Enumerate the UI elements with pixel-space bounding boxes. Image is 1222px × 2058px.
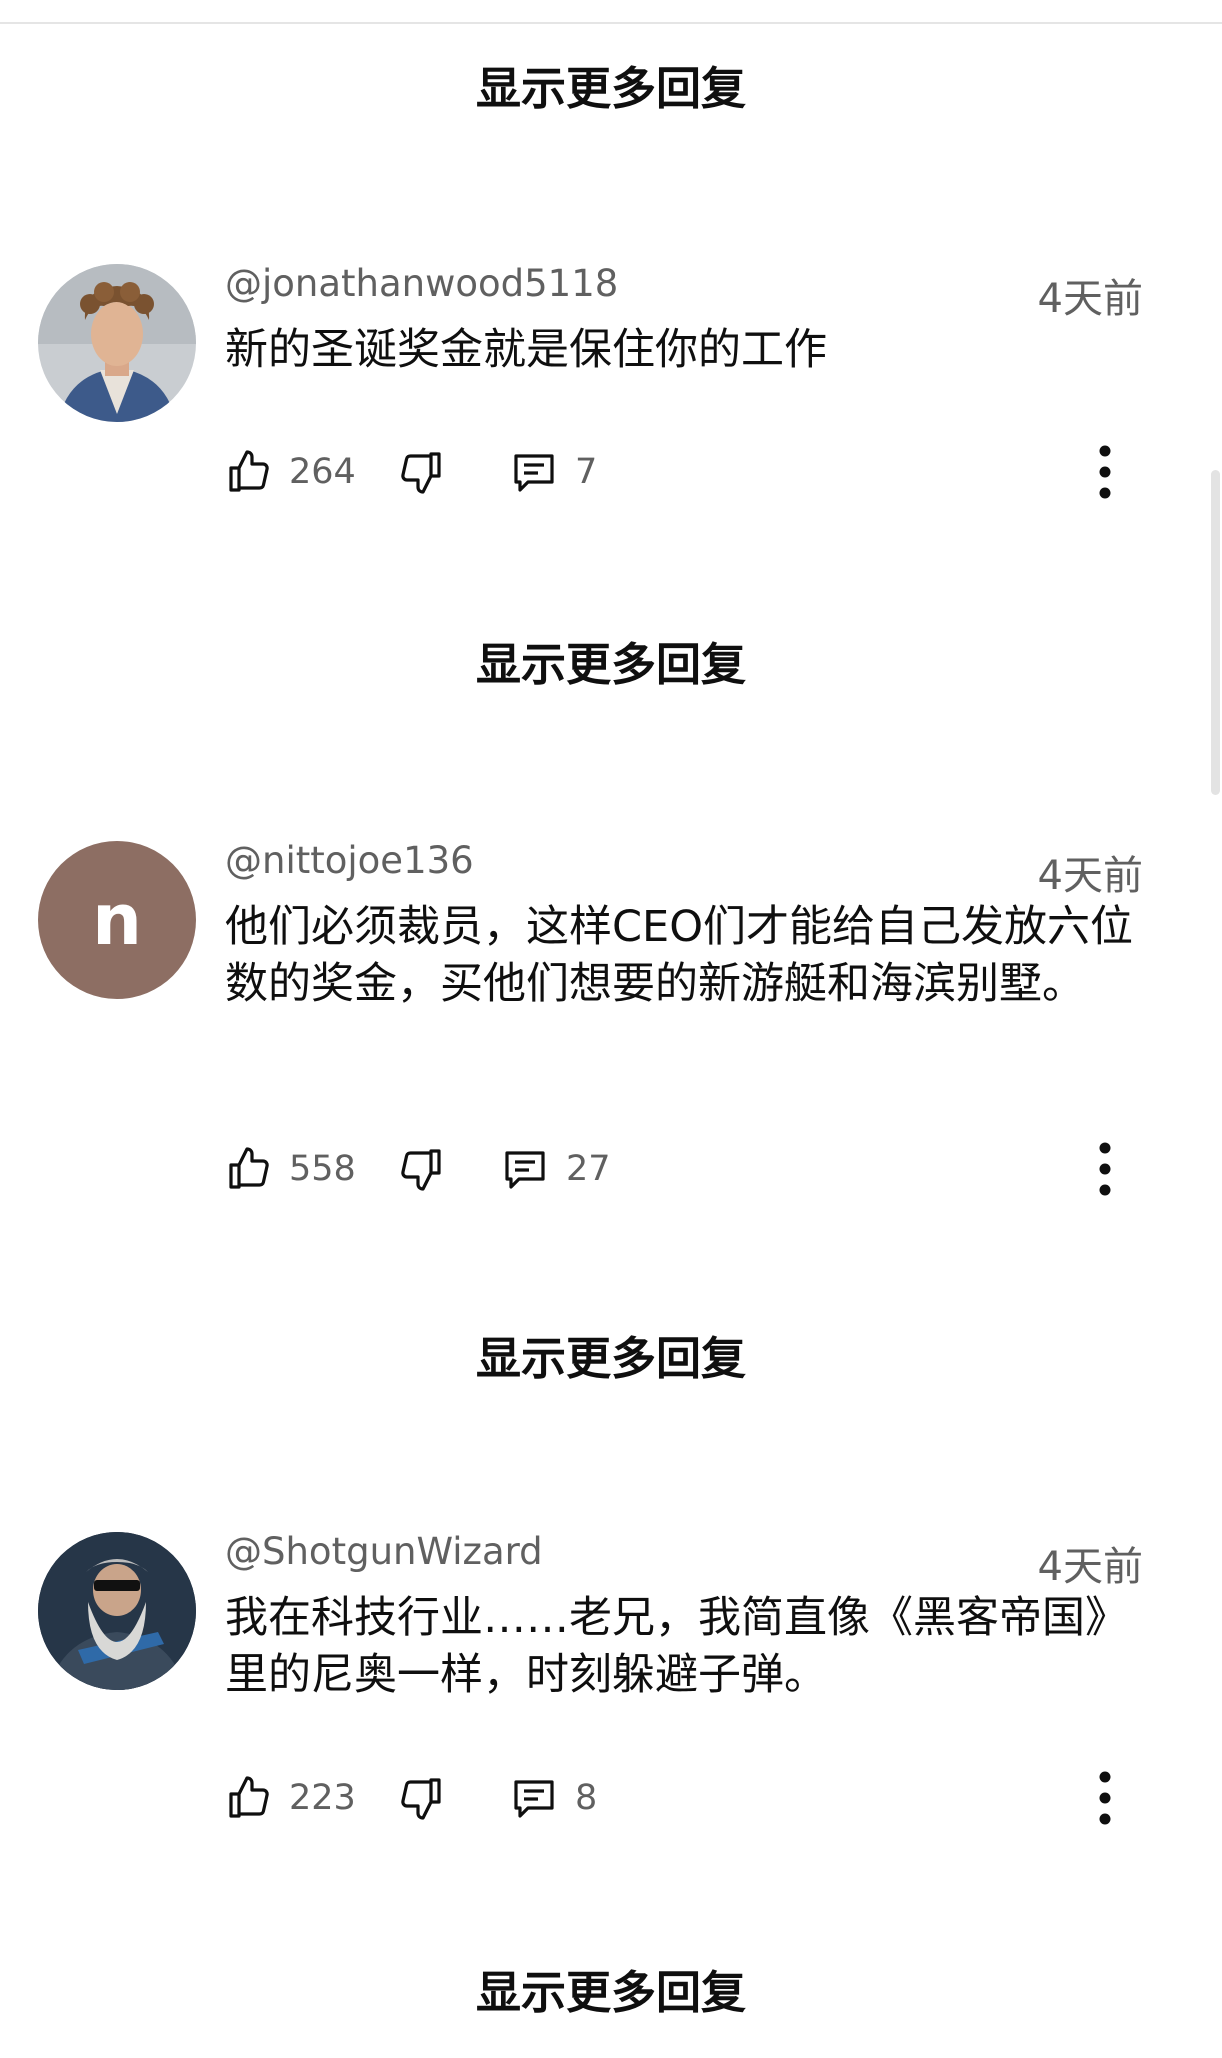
avatar[interactable] — [38, 1532, 196, 1690]
top-divider — [0, 22, 1222, 24]
comment-actions: 223 8 — [225, 1768, 1125, 1828]
show-more-replies-button[interactable]: 显示更多回复 — [0, 628, 1222, 693]
dislike-button[interactable] — [397, 1139, 445, 1199]
comment-icon — [514, 1780, 554, 1818]
comment-author-handle[interactable]: @jonathanwood5118 — [225, 262, 618, 305]
reply-button[interactable]: 27 — [500, 1139, 611, 1199]
reply-count: 8 — [575, 1778, 598, 1818]
thumbs-down-icon — [401, 452, 441, 494]
like-count: 223 — [289, 1778, 356, 1818]
thumbs-up-icon — [229, 1147, 269, 1189]
comment-timestamp: 4天前 — [1037, 1544, 1143, 1590]
comment-actions: 558 27 — [225, 1139, 1125, 1199]
show-more-replies-button[interactable]: 显示更多回复 — [0, 1956, 1222, 2021]
reply-count: 27 — [566, 1149, 611, 1189]
like-button[interactable]: 223 — [225, 1768, 356, 1828]
avatar-photo — [38, 1532, 196, 1690]
avatar-letter: n — [92, 879, 142, 961]
like-button[interactable]: 558 — [225, 1139, 356, 1199]
comment-menu-button[interactable] — [1085, 1768, 1125, 1828]
thumbs-up-icon — [229, 450, 269, 492]
reply-count: 7 — [575, 452, 598, 492]
comment-actions: 264 7 — [225, 442, 1125, 502]
comment-icon — [505, 1151, 545, 1189]
comment-timestamp: 4天前 — [1037, 853, 1143, 899]
comment-author-handle[interactable]: @nittojoe136 — [225, 839, 474, 882]
thumbs-down-icon — [401, 1778, 441, 1820]
avatar[interactable]: n — [38, 841, 196, 999]
more-vert-icon — [1099, 1771, 1111, 1825]
comment-menu-button[interactable] — [1085, 442, 1125, 502]
like-button[interactable]: 264 — [225, 442, 356, 502]
more-vert-icon — [1099, 445, 1111, 499]
show-more-replies-button[interactable]: 显示更多回复 — [0, 1322, 1222, 1387]
dislike-button[interactable] — [397, 442, 445, 502]
show-more-replies-button[interactable]: 显示更多回复 — [0, 52, 1222, 117]
more-vert-icon — [1099, 1142, 1111, 1196]
reply-button[interactable]: 7 — [509, 442, 597, 502]
thumbs-up-icon — [229, 1776, 269, 1818]
comment-author-handle[interactable]: @ShotgunWizard — [225, 1530, 543, 1573]
comment-menu-button[interactable] — [1085, 1139, 1125, 1199]
comment-text: 我在科技行业……老兄，我简直像《黑客帝国》里的尼奥一样，时刻躲避子弹。 — [225, 1593, 1128, 1700]
avatar[interactable] — [38, 264, 196, 422]
like-count: 264 — [289, 452, 356, 492]
like-count: 558 — [289, 1149, 356, 1189]
avatar-photo — [38, 264, 196, 422]
comment-timestamp: 4天前 — [1037, 276, 1143, 322]
comment-icon — [514, 454, 554, 492]
thumbs-down-icon — [401, 1149, 441, 1191]
dislike-button[interactable] — [397, 1768, 445, 1828]
comment-text: 新的圣诞奖金就是保住你的工作 — [225, 325, 827, 375]
comment-text: 他们必须裁员，这样CEO们才能给自己发放六位数的奖金，买他们想要的新游艇和海滨别… — [225, 902, 1134, 1009]
reply-button[interactable]: 8 — [509, 1768, 597, 1828]
